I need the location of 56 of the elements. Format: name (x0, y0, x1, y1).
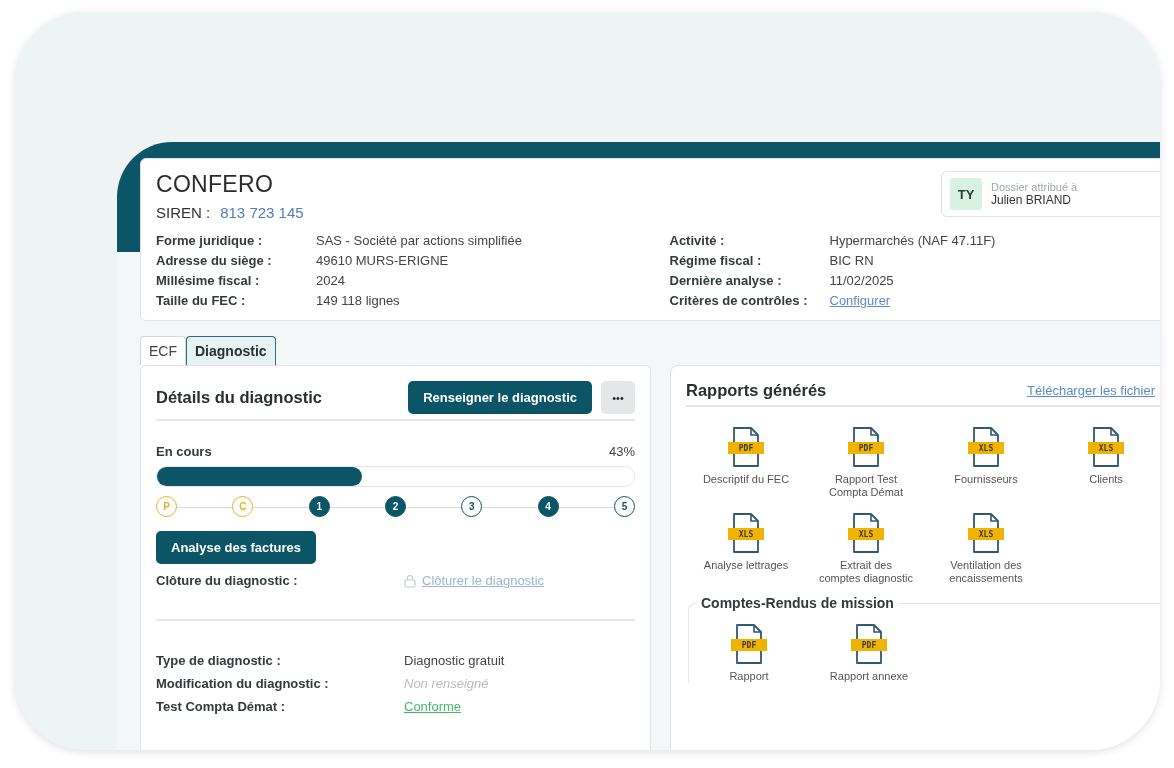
step-marker: 3 (461, 496, 483, 517)
step-marker: 5 (613, 496, 635, 517)
siren-number: 813 723 145 (220, 204, 304, 221)
analyse-button[interactable]: Analyse des factures (156, 531, 317, 564)
info-value: SAS - Société par actions simplifiée (316, 233, 522, 248)
company-name: CONFERO (156, 171, 275, 198)
info-label: Forme juridique : (156, 233, 264, 248)
panel-title: Détails du diagnostic (156, 388, 322, 407)
status-label: En cours (156, 444, 212, 459)
info-label: Activité : (669, 233, 726, 248)
info-value: Diagnostic gratuit (404, 653, 505, 668)
step-marker: P (156, 496, 177, 517)
info-label: Millésime fiscal : (156, 273, 261, 288)
info-label: Régime fiscal : (669, 253, 763, 268)
detail-label: Type de diagnostic : (156, 653, 282, 668)
file-name: Fournisseurs (953, 473, 1019, 486)
info-value: BIC RN (829, 253, 874, 268)
file-name: Descriptif du FEC (701, 473, 791, 486)
step-marker: 2 (385, 496, 406, 517)
info-value: Non renseigné (404, 676, 489, 691)
file-name: Rapport annexe (828, 670, 910, 683)
download-link[interactable]: Télécharger les fichier (1027, 383, 1155, 398)
file-name: Clients (1088, 473, 1124, 486)
file-name: Rapport (728, 670, 770, 683)
info-value: 149 118 lignes (316, 293, 400, 308)
info-value: 2024 (316, 273, 345, 288)
panel-title: Rapports générés (686, 381, 827, 400)
file-name: Ventilation des encaissements (948, 559, 1024, 585)
info-label: Taille du FEC : (156, 293, 247, 308)
detail-label: Test Compta Démat : (156, 699, 287, 714)
step-marker: 4 (537, 496, 559, 517)
info-label: Adresse du siège : (156, 253, 273, 268)
initials-avatar: TY (950, 178, 982, 210)
fill-diagnostic-button[interactable]: Renseigner le diagnostic (408, 381, 592, 414)
lock-icon (404, 573, 416, 588)
info-value: Hypermarchés (NAF 47.11F) (829, 233, 996, 248)
more-button[interactable]: ••• (601, 381, 635, 414)
info-value: 49610 MURS-ERIGNE (316, 253, 449, 268)
configure-link[interactable]: Configurer (829, 293, 891, 308)
info-label: Critères de contrôles : (669, 293, 809, 308)
siren-label: SIREN : (156, 204, 211, 221)
tab[interactable]: Diagnostic (186, 336, 276, 365)
detail-label: Modification du diagnostic : (156, 676, 330, 691)
step-marker: C (232, 496, 254, 517)
file-name: Extrait des comptes diagnostic (818, 559, 914, 585)
assignee-name: Julien BRIAND (991, 193, 1073, 207)
tab[interactable]: ECF (140, 336, 186, 365)
closure-label: Clôture du diagnostic : (156, 573, 299, 588)
progress-percent: 43% (608, 444, 635, 459)
file-name: Analyse lettrages (702, 559, 790, 572)
step-marker: 1 (308, 496, 330, 517)
assignee-caption: Dossier attribué à (991, 181, 1078, 193)
info-value: 11/02/2025 (829, 273, 894, 288)
section-title: Comptes-Rendus de mission (697, 595, 898, 611)
file-name: Rapport Test Compta Démat (828, 473, 904, 499)
info-label: Dernière analyse : (669, 273, 783, 288)
